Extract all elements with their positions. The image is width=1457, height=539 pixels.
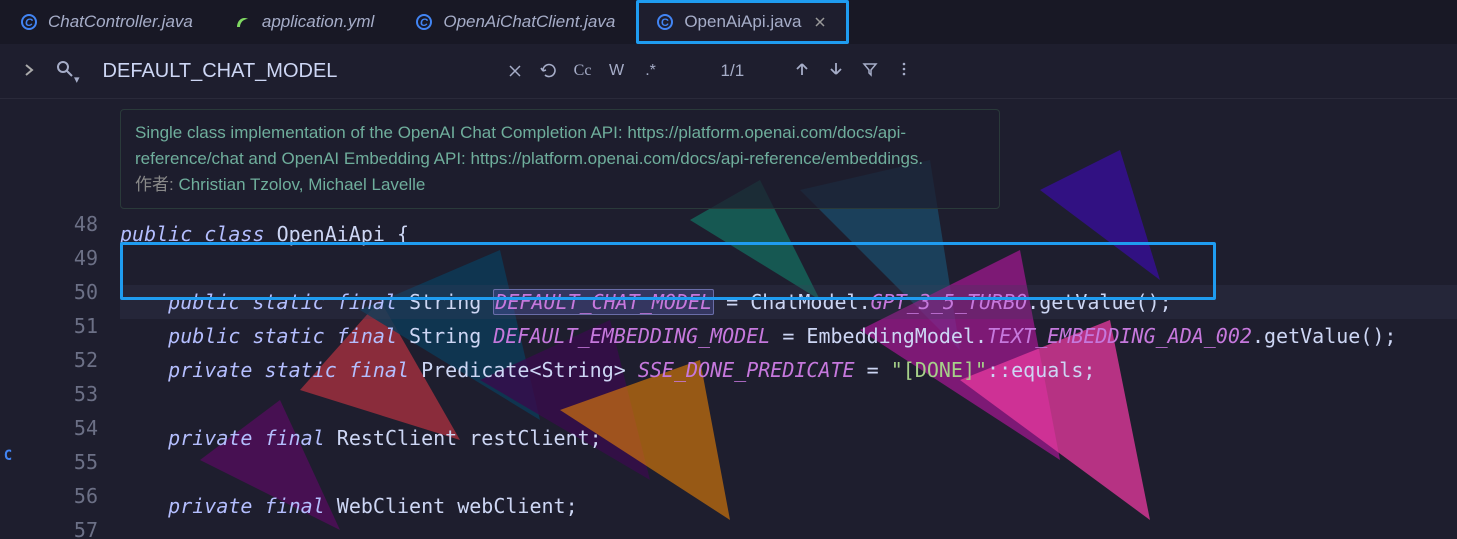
tab-openaiapi[interactable]: C OpenAiApi.java [636, 0, 848, 44]
tab-chatcontroller[interactable]: C ChatController.java [0, 0, 214, 44]
line-number: 53 [16, 377, 98, 411]
doc-block: Single class implementation of the OpenA… [120, 109, 1000, 209]
gutter: 48 49 50 51 52 53 54 55 56 57 [16, 99, 120, 539]
editor[interactable]: C 48 49 50 51 52 53 54 55 56 57 Single c… [0, 99, 1457, 539]
tab-label: OpenAiChatClient.java [443, 12, 615, 32]
java-file-icon: C [20, 13, 38, 31]
doc-author-label: 作者: [135, 175, 178, 194]
find-expand-toggle[interactable] [18, 63, 40, 80]
match-case-toggle[interactable]: Cc [573, 61, 593, 81]
find-bar: ▾ Cc W .* 1/1 [0, 44, 1457, 99]
tab-openaichatclient[interactable]: C OpenAiChatClient.java [395, 0, 636, 44]
doc-line: Single class implementation of the OpenA… [135, 120, 985, 146]
find-next[interactable] [828, 61, 844, 82]
close-icon[interactable] [812, 14, 828, 30]
doc-authors: Christian Tzolov, Michael Lavelle [178, 175, 425, 194]
code-lines: public class OpenAiApi { public static f… [120, 217, 1457, 539]
line-number: 56 [16, 479, 98, 513]
line-number: 52 [16, 343, 98, 377]
line-number: 49 [16, 241, 98, 275]
history-icon[interactable] [539, 61, 559, 81]
line-number: 54 [16, 411, 98, 445]
tab-label: application.yml [262, 12, 374, 32]
left-rail: C [0, 99, 16, 539]
code-line: public static final String DEFAULT_CHAT_… [120, 285, 1457, 319]
tab-bar: C ChatController.java application.yml C … [0, 0, 1457, 44]
find-count: 1/1 [711, 61, 755, 81]
line-number: 57 [16, 513, 98, 539]
class-marker: C [4, 439, 12, 473]
code-line [120, 523, 1457, 539]
code-line: public static final String DEFAULT_EMBED… [120, 319, 1457, 353]
filter-icon[interactable] [862, 61, 878, 82]
java-file-icon: C [415, 13, 433, 31]
code-line: public class OpenAiApi { [120, 217, 1457, 251]
whole-word-toggle[interactable]: W [607, 61, 627, 81]
line-number: 51 [16, 309, 98, 343]
line-number: 50 [16, 275, 98, 309]
find-input[interactable] [101, 59, 501, 84]
svg-text:C: C [25, 17, 34, 29]
more-icon[interactable] [896, 61, 912, 82]
tab-application-yml[interactable]: application.yml [214, 0, 395, 44]
line-number: 48 [16, 207, 98, 241]
code-line: private final RestClient restClient; [120, 421, 1457, 455]
java-file-icon: C [656, 13, 674, 31]
svg-text:C: C [661, 17, 669, 29]
code-column: Single class implementation of the OpenA… [120, 99, 1457, 539]
search-match: DEFAULT_CHAT_MODEL [493, 289, 714, 315]
code-line [120, 251, 1457, 285]
tab-label: OpenAiApi.java [684, 12, 801, 32]
svg-text:C: C [420, 17, 429, 29]
find-prev[interactable] [794, 61, 810, 82]
code-line: private final WebClient webClient; [120, 489, 1457, 523]
code-line [120, 455, 1457, 489]
yml-file-icon [234, 13, 252, 31]
regex-toggle[interactable]: .* [641, 61, 661, 81]
code-line [120, 387, 1457, 421]
clear-icon[interactable] [505, 61, 525, 81]
search-icon: ▾ [50, 60, 91, 83]
find-input-wrap: Cc W .* [101, 56, 661, 86]
line-number: 55 [16, 445, 98, 479]
code-line: private static final Predicate<String> S… [120, 353, 1457, 387]
doc-line: reference/chat and OpenAI Embedding API:… [135, 146, 985, 172]
tab-label: ChatController.java [48, 12, 193, 32]
